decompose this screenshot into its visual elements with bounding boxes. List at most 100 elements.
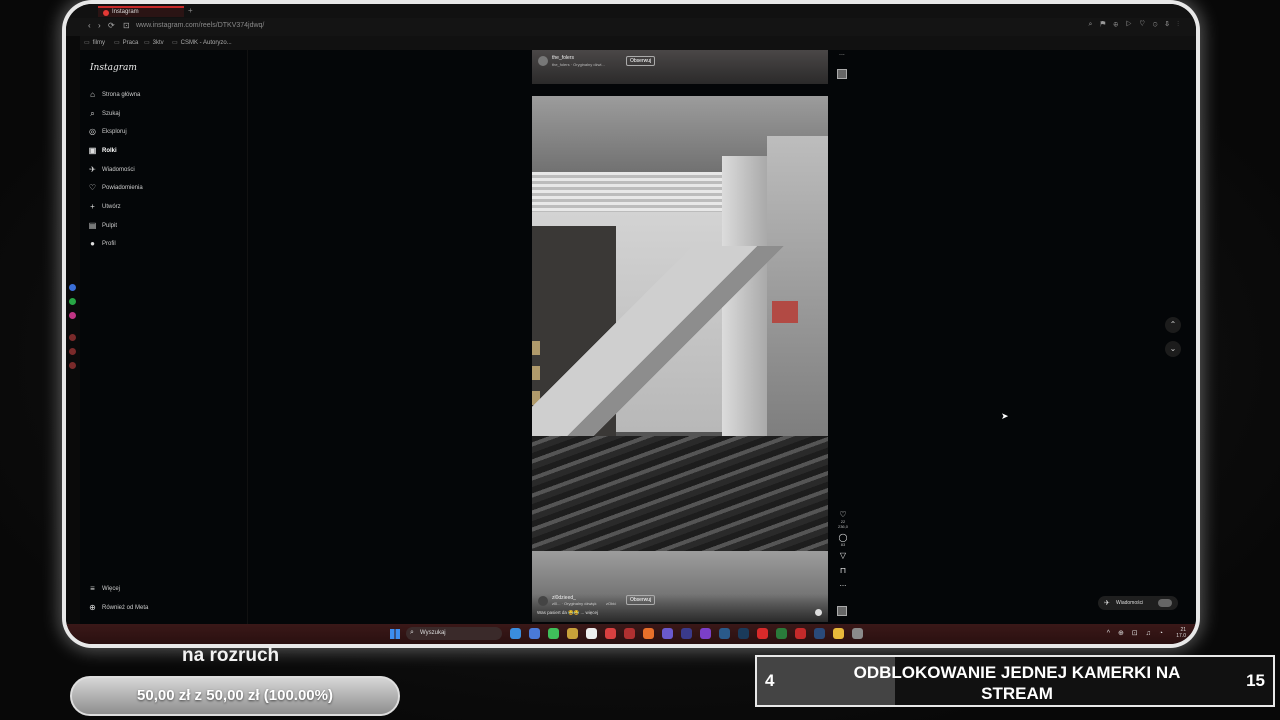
nav-item-messages[interactable]: ✈ Wiadomości xyxy=(88,165,135,174)
nav-label: Powiadomienia xyxy=(102,184,143,191)
forward-icon[interactable]: › xyxy=(98,21,101,30)
whatsapp-icon[interactable] xyxy=(69,298,76,305)
url-field[interactable]: www.instagram.com/reels/DTKV374jdwq/ xyxy=(136,22,264,29)
meta-icon: ⊕ xyxy=(89,603,96,612)
instagram-logo[interactable]: Instagram xyxy=(90,63,137,73)
nav-item-also-from-meta[interactable]: ⊕ Również od Meta xyxy=(88,603,148,612)
bookmark-item[interactable]: Praca xyxy=(114,39,139,46)
bookmarks-bar: filmy Praca 3ktv CSMK - Autoryzo... xyxy=(66,36,1196,50)
taskbar-app-icon[interactable] xyxy=(586,628,597,639)
taskbar-clock[interactable]: 21 17.0 xyxy=(1176,627,1186,639)
bookmark-item[interactable]: CSMK - Autoryzo... xyxy=(172,39,232,46)
scroll-down-button[interactable]: ⌄ xyxy=(1165,341,1181,357)
nav-item-profile[interactable]: ● Profil xyxy=(88,239,116,248)
scroll-up-button[interactable]: ⌃ xyxy=(1165,317,1181,333)
bookmark-item[interactable]: filmy xyxy=(84,39,105,46)
taskbar-app-icon[interactable] xyxy=(852,628,863,639)
donation-goal-label: na rozruch xyxy=(182,645,280,666)
browser-toolbar-icons[interactable]: ⌕ ⚑ ⊕ ▷ ♡ ⊙ ⇩ ⋮ xyxy=(1089,21,1182,29)
search-placeholder: Wyszukaj xyxy=(420,630,446,636)
taskbar-app-icon[interactable] xyxy=(700,628,711,639)
instagram-sidebar-icon[interactable] xyxy=(69,312,76,319)
nav-item-dashboard[interactable]: ▤ Pulpit xyxy=(88,221,117,230)
reel-video[interactable]: zl0dzieed_ zl0... · Oryginalny dźwięk zO… xyxy=(532,96,828,622)
taskbar-app-icon[interactable] xyxy=(510,628,521,639)
previous-reel[interactable]: the_folers the_folers · Oryginalny dźwi.… xyxy=(532,50,828,84)
profile-avatar-icon: ● xyxy=(90,239,95,248)
nav-label: Rolki xyxy=(102,147,117,154)
nav-label: Profil xyxy=(102,240,116,247)
avatar[interactable] xyxy=(538,56,548,66)
taskbar-app-icon[interactable] xyxy=(814,628,825,639)
nav-label: Utwórz xyxy=(102,203,121,210)
nav-label: Również od Meta xyxy=(102,604,149,611)
donation-goal-text: 50,00 zł z 50,00 zł (100.00%) xyxy=(137,687,333,704)
nav-item-home[interactable]: ⌂ Strona główna xyxy=(88,90,140,99)
history-icon[interactable] xyxy=(69,334,76,341)
messages-button[interactable]: ✈ Wiadomości xyxy=(1098,596,1178,610)
taskbar-app-icon[interactable] xyxy=(624,628,635,639)
taskbar-search-input[interactable]: ⌕ Wyszukaj xyxy=(406,627,502,640)
reels-icon: ▣ xyxy=(88,146,97,155)
taskbar-app-icon[interactable] xyxy=(681,628,692,639)
lock-icon: ⊡ xyxy=(123,21,130,30)
like-icon[interactable]: ♡ xyxy=(836,510,850,519)
bookmark-item[interactable]: 3ktv xyxy=(144,39,164,46)
avatar[interactable] xyxy=(538,596,548,606)
nav-item-notifications[interactable]: ♡ Powiadomienia xyxy=(88,183,143,192)
compass-icon: ◎ xyxy=(89,127,96,136)
taskbar-app-icon[interactable] xyxy=(643,628,654,639)
taskbar-app-icon[interactable] xyxy=(833,628,844,639)
audio-thumbnail[interactable] xyxy=(837,606,847,616)
nav-label: Pulpit xyxy=(102,222,118,229)
heart-icon: ♡ xyxy=(88,183,97,192)
taskbar-app-icon[interactable] xyxy=(662,628,673,639)
audio-thumbnail[interactable] xyxy=(837,69,847,79)
reel-audio[interactable]: the_folers · Oryginalny dźwi... xyxy=(552,62,605,67)
send-icon: ✈ xyxy=(1104,600,1110,607)
more-options-icon[interactable]: ... xyxy=(836,579,850,588)
messenger-icon[interactable] xyxy=(69,284,76,291)
taskbar-app-icon[interactable] xyxy=(605,628,616,639)
messages-label: Wiadomości xyxy=(1116,600,1144,606)
nav-item-reels[interactable]: ▣ Rolki xyxy=(88,146,117,155)
taskbar-app-icon[interactable] xyxy=(795,628,806,639)
captured-screen: Instagram + ‹ › ⟳ ⊡ www.instagram.com/re… xyxy=(66,4,1196,644)
reel-account-name[interactable]: the_folers xyxy=(552,55,574,61)
mute-icon[interactable] xyxy=(815,609,822,616)
more-options-icon[interactable]: ... xyxy=(839,50,845,57)
taskbar-app-icon[interactable] xyxy=(567,628,578,639)
nav-item-create[interactable]: + Utwórz xyxy=(88,202,121,211)
chat-icon[interactable] xyxy=(69,348,76,355)
nav-label: Strona główna xyxy=(102,91,141,98)
comment-icon[interactable]: ◯ xyxy=(836,533,850,542)
follow-button[interactable]: Obserwuj xyxy=(626,56,656,66)
nav-item-search[interactable]: ⌕ Szukaj xyxy=(88,109,120,118)
taskbar-app-icon[interactable] xyxy=(548,628,559,639)
nav-item-explore[interactable]: ◎ Eksploruj xyxy=(88,127,127,136)
reload-icon[interactable]: ⟳ xyxy=(108,21,115,30)
settings-icon[interactable] xyxy=(69,362,76,369)
avatar xyxy=(1158,599,1172,607)
taskbar-app-icon[interactable] xyxy=(738,628,749,639)
system-tray-icons[interactable]: ^ ⊕ ⊡ ♫ ◔ xyxy=(1107,629,1166,637)
clock-date: 17.0 xyxy=(1176,633,1186,639)
reel-caption[interactable]: Was pasiert da 😂😂 ... więcej xyxy=(537,610,598,616)
taskbar-app-icon[interactable] xyxy=(719,628,730,639)
home-icon: ⌂ xyxy=(90,90,95,99)
windows-start-icon[interactable] xyxy=(390,629,400,639)
plus-icon: + xyxy=(90,202,95,211)
back-icon[interactable]: ‹ xyxy=(88,21,91,30)
follow-button[interactable]: Obserwuj xyxy=(626,595,656,605)
taskbar-app-icon[interactable] xyxy=(529,628,540,639)
instagram-sidebar: Instagram ⌂ Strona główna ⌕ Szukaj ◎ Eks… xyxy=(80,50,248,624)
taskbar-app-icon[interactable] xyxy=(757,628,768,639)
dashboard-icon: ▤ xyxy=(88,221,97,230)
reel-audio[interactable]: zl0... · Oryginalny dźwięk xyxy=(552,601,596,606)
taskbar-app-icon[interactable] xyxy=(776,628,787,639)
save-icon[interactable]: ⊓ xyxy=(836,566,850,575)
share-icon[interactable]: ▽ xyxy=(836,551,850,560)
new-tab-icon[interactable]: + xyxy=(188,6,193,15)
tab-instagram[interactable]: Instagram xyxy=(98,6,184,17)
nav-item-more[interactable]: ≡ Więcej xyxy=(88,584,120,593)
